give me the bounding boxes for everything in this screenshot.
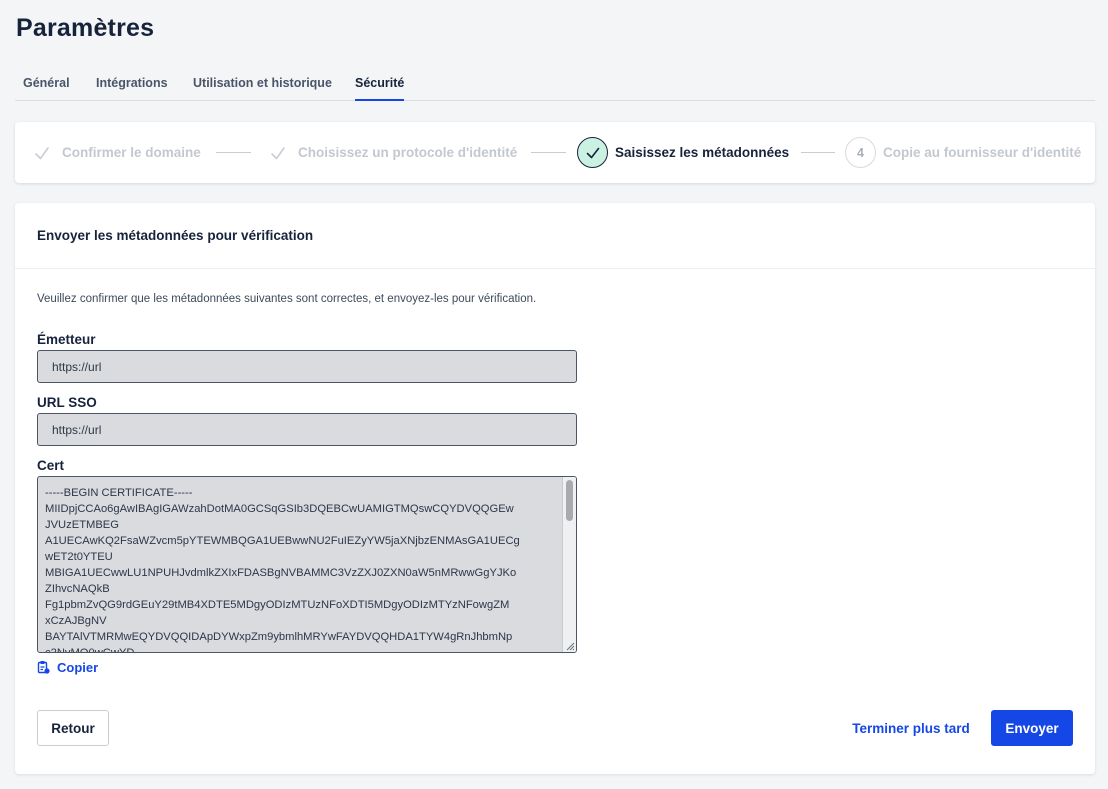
scrollbar-thumb[interactable] bbox=[566, 480, 573, 521]
tab-usage-history[interactable]: Utilisation et historique bbox=[193, 62, 332, 101]
card-title: Envoyer les métadonnées pour vérificatio… bbox=[37, 228, 314, 243]
issuer-label: Émetteur bbox=[37, 332, 96, 347]
cert-line: wET2t0YTEU bbox=[45, 551, 113, 563]
step-copy-identity-provider: 4 Copie au fournisseur d'identité bbox=[845, 122, 1081, 183]
metadata-card: Envoyer les métadonnées pour vérificatio… bbox=[15, 203, 1095, 774]
cert-line: MIIDpjCCAo6gAwIBAgIGAWzahDotMA0GCSqGSIb3… bbox=[45, 503, 514, 515]
issuer-field[interactable] bbox=[37, 350, 577, 383]
settings-tabs: Général Intégrations Utilisation et hist… bbox=[15, 62, 1095, 101]
sso-url-label: URL SSO bbox=[37, 395, 97, 410]
clipboard-icon bbox=[37, 661, 50, 674]
send-button[interactable]: Envoyer bbox=[991, 710, 1073, 746]
resize-grip-icon[interactable] bbox=[563, 639, 575, 651]
step-confirm-domain: Confirmer le domaine bbox=[32, 122, 201, 183]
cert-line: c2NvMQ0wCwYD bbox=[45, 647, 135, 653]
sso-url-field[interactable] bbox=[37, 413, 577, 446]
cert-scrollbar[interactable] bbox=[562, 477, 576, 652]
cert-line: BAYTAlVTMRMwEQYDVQQIDApDYWxpZm9ybmlhMRYw… bbox=[45, 631, 513, 643]
tab-security[interactable]: Sécurité bbox=[355, 62, 405, 101]
settings-page: Paramètres Général Intégrations Utilisat… bbox=[0, 0, 1108, 789]
cert-textarea[interactable]: -----BEGIN CERTIFICATE----- MIIDpjCCAo6g… bbox=[37, 476, 577, 653]
cert-line: ZIhvcNAQkB bbox=[45, 583, 110, 595]
cert-line: xCzAJBgNV bbox=[45, 615, 107, 627]
cert-line: JVUzETMBEG bbox=[45, 519, 119, 531]
page-title: Paramètres bbox=[16, 14, 155, 42]
step-label: Copie au fournisseur d'identité bbox=[883, 145, 1082, 160]
check-circle-icon bbox=[577, 137, 608, 168]
back-button[interactable]: Retour bbox=[37, 710, 109, 746]
card-description: Veuillez confirmer que les métadonnées s… bbox=[37, 293, 537, 305]
copy-button[interactable]: Copier bbox=[37, 658, 98, 676]
setup-stepper: Confirmer le domaine Choisissez un proto… bbox=[15, 122, 1095, 183]
step-enter-metadata: Saisissez les métadonnées bbox=[577, 122, 789, 183]
step-label: Confirmer le domaine bbox=[62, 145, 201, 160]
check-icon bbox=[35, 146, 49, 159]
step-number-badge: 4 bbox=[845, 137, 876, 168]
tab-general[interactable]: Général bbox=[23, 62, 70, 101]
step-label: Choisissez un protocole d'identité bbox=[298, 145, 518, 160]
tab-integrations[interactable]: Intégrations bbox=[96, 62, 168, 101]
step-connector bbox=[216, 152, 251, 153]
step-identity-protocol: Choisissez un protocole d'identité bbox=[268, 122, 517, 183]
copy-label: Copier bbox=[57, 659, 99, 675]
cert-line: Fg1pbmZvQG9rdGEuY29tMB4XDTE5MDgyODIzMTUz… bbox=[45, 599, 510, 611]
cert-line: A1UECAwKQ2FsaWZvcm5pYTEWMBQGA1UEBwwNU2Fu… bbox=[45, 535, 520, 547]
card-header: Envoyer les métadonnées pour vérificatio… bbox=[15, 203, 1095, 269]
finish-later-button[interactable]: Terminer plus tard bbox=[843, 710, 979, 746]
cert-line: -----BEGIN CERTIFICATE----- bbox=[45, 487, 193, 499]
cert-line: MBIGA1UECwwLU1NPUHJvdmlkZXIxFDASBgNVBAMM… bbox=[45, 567, 517, 579]
cert-content: -----BEGIN CERTIFICATE----- MIIDpjCCAo6g… bbox=[45, 485, 557, 653]
check-icon bbox=[271, 146, 285, 159]
step-label: Saisissez les métadonnées bbox=[615, 145, 790, 160]
cert-label: Cert bbox=[37, 458, 65, 473]
step-connector bbox=[801, 152, 835, 153]
step-connector bbox=[531, 152, 566, 153]
